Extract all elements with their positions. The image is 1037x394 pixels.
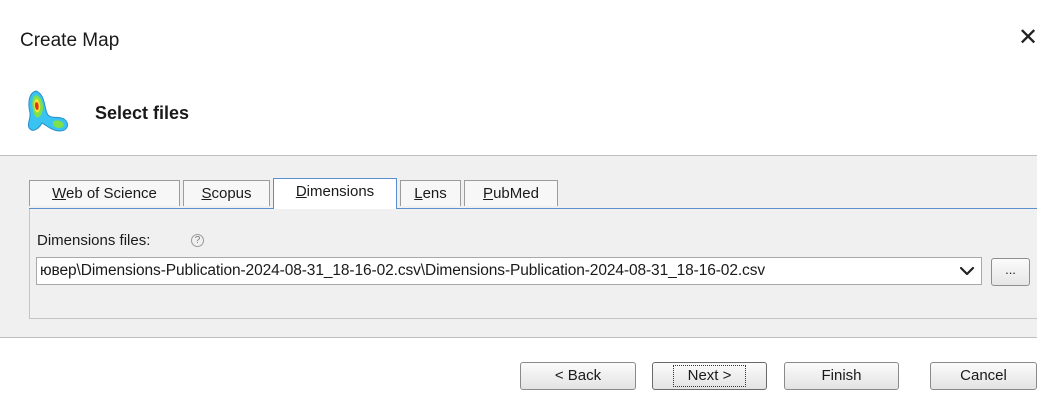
dimensions-files-value: ювер\Dimensions-Publication-2024-08-31_1…: [40, 262, 766, 279]
tab-scopus[interactable]: Scopus: [183, 180, 270, 206]
dimensions-files-label: Dimensions files:: [37, 232, 151, 249]
next-button-label: Next >: [672, 365, 747, 387]
dimensions-files-combobox[interactable]: ювер\Dimensions-Publication-2024-08-31_1…: [36, 257, 982, 285]
chevron-down-icon[interactable]: [959, 265, 975, 277]
browse-button[interactable]: ...: [991, 258, 1030, 286]
window-title: Create Map: [20, 30, 120, 51]
footer-divider: [0, 337, 1037, 338]
finish-button[interactable]: Finish: [784, 362, 899, 390]
next-button[interactable]: Next >: [652, 362, 767, 390]
tab-lens[interactable]: Lens: [400, 180, 461, 206]
title-bar: Create Map ✕: [0, 14, 1037, 66]
back-button[interactable]: < Back: [520, 362, 636, 390]
density-map-icon: [27, 90, 68, 132]
create-map-dialog: Create Map ✕ Select files Web of Science…: [0, 0, 1037, 394]
page-title: Select files: [95, 103, 190, 123]
help-icon[interactable]: ?: [191, 234, 204, 247]
cancel-button[interactable]: Cancel: [930, 362, 1037, 390]
tab-web-of-science[interactable]: Web of Science: [29, 180, 180, 206]
close-icon[interactable]: ✕: [1018, 26, 1037, 50]
tab-pubmed[interactable]: PubMed: [464, 180, 558, 206]
tab-dimensions[interactable]: Dimensions: [273, 178, 397, 209]
